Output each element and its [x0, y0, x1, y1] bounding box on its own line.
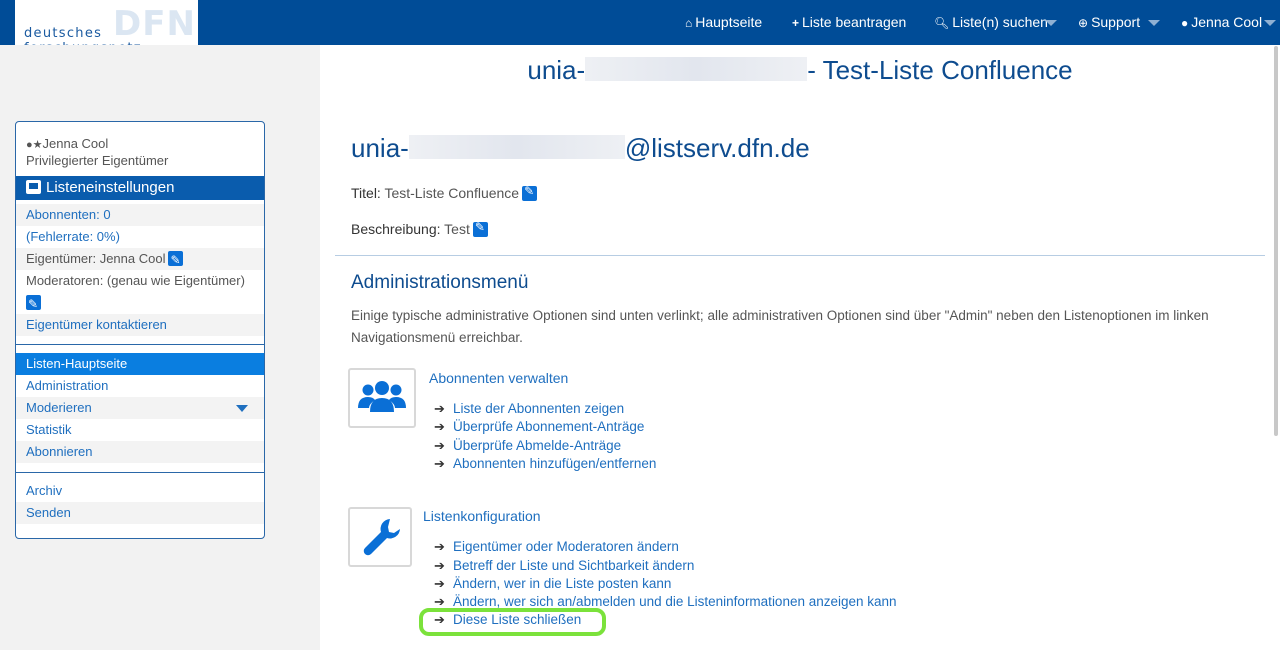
list-item[interactable]: ➔ Betreff der Liste und Sichtbarkeit ände… [434, 558, 694, 574]
nav-support-label: Support [1091, 14, 1141, 30]
nav-search-lists[interactable]: 🔍︎ Liste(n) suchen [934, 0, 1048, 45]
sidebar-item-send[interactable]: Senden [16, 502, 264, 524]
sidebar-item-administration[interactable]: Administration [16, 375, 264, 397]
unsubscribe-requests-link: Überprüfe Abmelde-Anträge [453, 438, 622, 453]
list-item[interactable]: ➔ Liste der Abonnenten zeigen [434, 401, 624, 417]
users-icon [348, 368, 416, 428]
list-title-row: Titel: Test-Liste Confluence [351, 184, 538, 201]
nav-search-label: Liste(n) suchen [952, 14, 1048, 30]
nav-request-list[interactable]: + Liste beantragen [792, 0, 906, 45]
page-title-prefix: unia- [527, 55, 586, 85]
list-title-label: Titel: [351, 185, 381, 201]
search-dropdown-caret-icon[interactable] [1045, 20, 1057, 26]
edit-owner-icon[interactable] [168, 249, 184, 271]
nav-user[interactable]: ● Jenna Cool [1181, 0, 1262, 45]
lifebuoy-icon: ⊕ [1078, 16, 1089, 30]
moderators-text: Moderatoren: (genau wie Eigentümer) [26, 273, 245, 288]
arrow-right-icon: ➔ [434, 456, 445, 471]
list-settings-label: Listeneinstellungen [46, 179, 175, 196]
scrollbar[interactable] [1274, 46, 1278, 436]
sidebar-item-list-home[interactable]: Listen-Hauptseite [16, 353, 264, 375]
edit-title-icon[interactable] [522, 184, 538, 201]
edit-moderators-icon[interactable] [26, 293, 41, 315]
manage-subscribers-link[interactable]: Abonnenten verwalten [429, 370, 568, 386]
sidebar-divider [16, 344, 264, 345]
arrow-right-icon: ➔ [434, 558, 445, 573]
add-remove-subscribers-link: Abonnenten hinzufügen/entfernen [453, 456, 657, 471]
close-list-highlight [419, 608, 606, 636]
change-owners-link: Eigentümer oder Moderatoren ändern [453, 539, 679, 554]
user-dropdown-caret-icon[interactable] [1264, 20, 1276, 26]
home-icon: ⌂ [685, 16, 693, 30]
dfn-logo[interactable]: DFN deutsches forschungsnetz [15, 0, 198, 45]
logo-text: deutsches forschungsnetz [24, 26, 141, 45]
list-address-prefix: unia- [351, 133, 409, 163]
list-item[interactable]: ➔ Überprüfe Abmelde-Anträge [434, 438, 621, 454]
list-description-label: Beschreibung: [351, 221, 441, 237]
list-description-row: Beschreibung: Test [351, 220, 488, 237]
top-navbar: DFN deutsches forschungsnetz ⌂Hauptseite… [0, 0, 1280, 45]
nav-support[interactable]: ⊕ Support [1078, 0, 1140, 45]
sidebar-item-moderate-label: Moderieren [26, 400, 92, 415]
list-sidebar: ●★Jenna Cool Privilegierter Eigentümer L… [15, 121, 265, 539]
arrow-right-icon: ➔ [434, 419, 445, 434]
arrow-right-icon: ➔ [434, 438, 445, 453]
list-configuration-link[interactable]: Listenkonfiguration [423, 508, 541, 524]
arrow-right-icon: ➔ [434, 539, 445, 554]
list-settings-header: Listeneinstellungen [16, 176, 264, 200]
change-posting-rights-link: Ändern, wer in die Liste posten kann [453, 576, 672, 591]
nav-home-label: Hauptseite [695, 14, 763, 30]
admin-menu-intro: Einige typische administrative Optionen … [351, 308, 1209, 345]
support-dropdown-caret-icon[interactable] [1148, 20, 1160, 26]
subscription-requests-link: Überprüfe Abonnement-Anträge [453, 419, 645, 434]
redacted-address [408, 135, 625, 159]
user-star-icon: ●★ [26, 139, 43, 151]
change-subscription-rights-link: Ändern, wer sich an/abmelden und die Lis… [453, 594, 897, 609]
sidebar-item-moderate[interactable]: Moderieren [16, 397, 264, 419]
error-rate-link[interactable]: (Fehlerrate: 0%) [16, 226, 264, 248]
owner-name: Jenna Cool [42, 136, 109, 151]
list-item[interactable]: ➔ Ändern, wer in die Liste posten kann [434, 576, 671, 592]
user-icon: ● [1181, 16, 1189, 30]
redacted-name [585, 57, 808, 81]
list-title-value: Test-Liste Confluence [384, 185, 520, 201]
main-content: unia- - Test-Liste Confluence unia- @lists… [320, 45, 1280, 650]
owner-info: ●★Jenna Cool Privilegierter Eigentümer [26, 136, 168, 169]
sidebar-item-statistics[interactable]: Statistik [16, 419, 264, 441]
sidebar-item-subscribe[interactable]: Abonnieren [16, 441, 264, 463]
nav-request-label: Liste beantragen [802, 14, 907, 30]
list-address-suffix: @listserv.dfn.de [624, 133, 810, 163]
owner-line: Eigentümer: Jenna Cool [16, 248, 264, 271]
nav-user-label: Jenna Cool [1191, 14, 1263, 30]
sidebar-divider [16, 472, 264, 473]
page-title: unia- - Test-Liste Confluence [320, 55, 1280, 86]
section-divider [335, 255, 1265, 256]
list-item[interactable]: ➔ Abonnenten hinzufügen/entfernen [434, 456, 656, 472]
show-subscribers-link: Liste der Abonnenten zeigen [453, 401, 625, 416]
search-icon: 🔍︎ [934, 16, 950, 30]
change-subject-visibility-link: Betreff der Liste und Sichtbarkeit änder… [453, 558, 695, 573]
list-address: unia- @listserv.dfn.de [351, 133, 810, 164]
admin-menu-title: Administrationsmenü [351, 272, 529, 293]
sidebar-item-archive[interactable]: Archiv [16, 480, 264, 502]
contact-owner-link[interactable]: Eigentümer kontaktieren [16, 314, 264, 336]
chevron-down-icon[interactable] [236, 405, 248, 412]
arrow-right-icon: ➔ [434, 401, 445, 416]
page-title-suffix: - Test-Liste Confluence [807, 55, 1073, 85]
envelope-icon [26, 180, 41, 194]
list-item[interactable]: ➔ Überprüfe Abonnement-Anträge [434, 419, 644, 435]
moderators-line: Moderatoren: (genau wie Eigentümer) [16, 270, 264, 315]
wrench-icon [348, 507, 412, 567]
list-item[interactable]: ➔ Eigentümer oder Moderatoren ändern [434, 539, 679, 555]
owner-role: Privilegierter Eigentümer [26, 153, 169, 168]
arrow-right-icon: ➔ [434, 576, 445, 591]
owner-line-text: Eigentümer: Jenna Cool [26, 251, 166, 266]
nav-home[interactable]: ⌂ Hauptseite [685, 0, 762, 45]
list-description-value: Test [444, 221, 470, 237]
edit-description-icon[interactable] [472, 220, 488, 237]
plus-icon: + [792, 16, 800, 30]
subscribers-count-link[interactable]: Abonnenten: 0 [16, 204, 264, 226]
